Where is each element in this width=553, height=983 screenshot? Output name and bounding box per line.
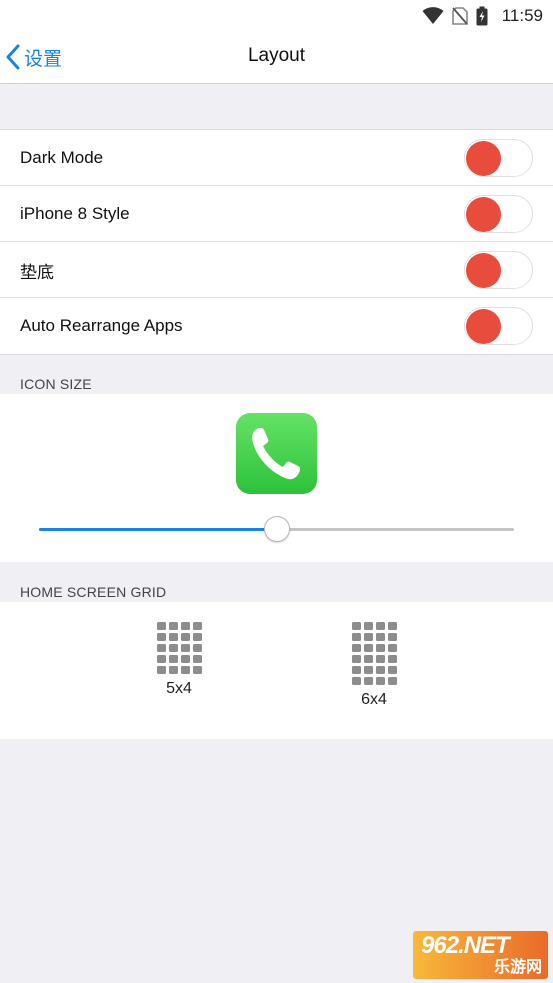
grid-cell [168, 655, 178, 663]
grid-option-label: 6x4 [361, 691, 387, 708]
grid-cell [387, 622, 397, 630]
grid-cell [168, 622, 178, 630]
toggle-knob [466, 253, 501, 288]
grid-option-5x4[interactable]: 5x4 [139, 622, 219, 698]
grid-cell [156, 622, 166, 630]
icon-size-panel [0, 394, 553, 562]
grid-cell [351, 622, 361, 630]
grid-cell [180, 655, 190, 663]
grid-cell [351, 666, 361, 674]
grid-cell [156, 644, 166, 652]
auto-rearrange-label: Auto Rearrange Apps [20, 316, 183, 335]
status-icons: 11:59 [422, 5, 543, 27]
grid-cell [168, 633, 178, 641]
status-clock: 11:59 [501, 6, 543, 25]
watermark-subtext: 乐游网 [493, 959, 542, 976]
dock-bottom-toggle[interactable] [464, 251, 533, 289]
dark-mode-toggle[interactable] [464, 139, 533, 177]
grid-cell [387, 633, 397, 641]
setting-row-dark-mode: Dark Mode [0, 130, 553, 186]
icon-size-slider[interactable] [39, 516, 514, 542]
grid-cell [375, 633, 385, 641]
grid-cell [387, 655, 397, 663]
home-screen-grid-panel: 5x4 6x4 [0, 602, 553, 739]
icon-size-header: ICON SIZE [20, 376, 92, 392]
grid-cell [363, 677, 373, 685]
grid-cell [180, 666, 190, 674]
toggle-knob [466, 141, 501, 176]
grid-cell [156, 655, 166, 663]
site-watermark-logo: 962.NET 乐游网 [413, 931, 548, 979]
navigation-bar: 设置 Layout [0, 32, 553, 84]
slider-thumb[interactable] [263, 516, 290, 542]
grid-cell [156, 633, 166, 641]
grid-cell [375, 677, 385, 685]
iphone8-style-label: iPhone 8 Style [20, 204, 130, 223]
grid-cell [387, 644, 397, 652]
status-bar: 11:59 [0, 0, 553, 32]
grid-6x4-icon [334, 622, 414, 685]
grid-cell [156, 666, 166, 674]
page-title: Layout [247, 45, 306, 66]
iphone8-style-toggle[interactable] [464, 195, 533, 233]
setting-row-iphone8-style: iPhone 8 Style [0, 186, 553, 242]
toggle-knob [466, 309, 501, 344]
grid-cell [351, 633, 361, 641]
no-sim-icon [451, 7, 468, 25]
phone-icon [252, 427, 301, 480]
auto-rearrange-toggle[interactable] [464, 307, 533, 345]
grid-cell [180, 633, 190, 641]
grid-cell [351, 644, 361, 652]
grid-cell [192, 655, 202, 663]
grid-cell [168, 666, 178, 674]
grid-cell [375, 644, 385, 652]
grid-cell [387, 666, 397, 674]
setting-row-auto-rearrange: Auto Rearrange Apps [0, 298, 553, 354]
grid-cell [387, 677, 397, 685]
grid-cell [363, 666, 373, 674]
grid-cell [168, 644, 178, 652]
grid-cell [192, 633, 202, 641]
grid-cell [375, 622, 385, 630]
dark-mode-label: Dark Mode [20, 148, 104, 167]
grid-cell [180, 644, 190, 652]
grid-cell [192, 622, 202, 630]
grid-5x4-icon [139, 622, 219, 674]
battery-charging-icon [476, 6, 488, 26]
grid-cell [363, 644, 373, 652]
grid-cell [363, 622, 373, 630]
dock-bottom-label: 垫底 [20, 262, 54, 282]
grid-cell [192, 666, 202, 674]
grid-cell [375, 666, 385, 674]
grid-cell [351, 677, 361, 685]
setting-row-dock-bottom: 垫底 [0, 242, 553, 298]
wifi-icon [422, 7, 444, 25]
phone-app-icon [236, 413, 317, 494]
grid-option-label: 5x4 [166, 680, 192, 697]
grid-cell [192, 644, 202, 652]
home-screen-grid-header: HOME SCREEN GRID [20, 584, 167, 600]
toggle-knob [466, 197, 501, 232]
grid-cell [363, 633, 373, 641]
grid-cell [351, 655, 361, 663]
grid-cell [375, 655, 385, 663]
toggle-settings-group: Dark Mode iPhone 8 Style 垫底 Auto Rearran… [0, 129, 553, 355]
grid-cell [363, 655, 373, 663]
slider-fill [39, 528, 277, 531]
grid-cell [180, 622, 190, 630]
grid-option-6x4[interactable]: 6x4 [334, 622, 414, 709]
